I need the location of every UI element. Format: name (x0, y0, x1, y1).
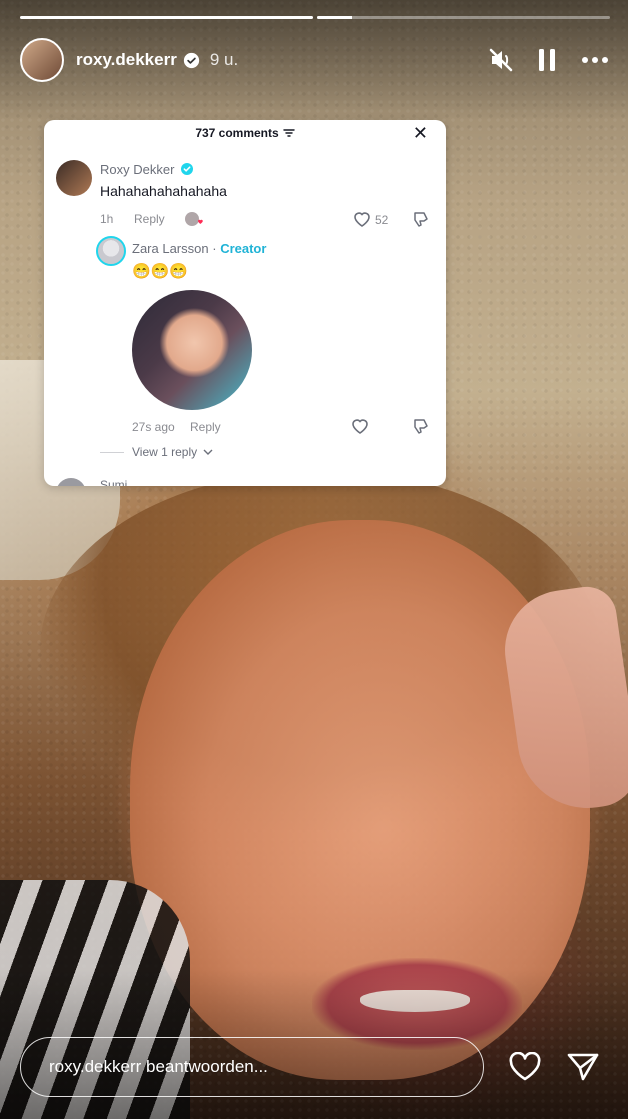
commenter-avatar[interactable] (56, 160, 92, 196)
dislike-icon[interactable] (412, 417, 430, 435)
send-icon[interactable] (566, 1052, 600, 1082)
reply-time: 27s ago (132, 420, 175, 434)
commenter-avatar[interactable] (56, 478, 86, 486)
separator: · (212, 241, 217, 256)
pause-icon[interactable] (536, 47, 558, 73)
creator-badge: Creator (220, 241, 267, 256)
post-time: 9 u. (209, 50, 239, 69)
story-header: roxy.dekkerr 9 u. (20, 36, 610, 84)
verified-badge-icon (183, 52, 199, 68)
comment-author[interactable]: Sumi (100, 478, 127, 486)
tiktok-comment-card[interactable]: 737 comments ✕ Roxy Dekker Hahahahahahah… (44, 120, 446, 486)
story-progress (20, 16, 610, 19)
reply-placeholder: roxy.dekkerr beantwoorden... (49, 1057, 268, 1076)
author-name: Zara Larsson (132, 241, 209, 256)
verified-badge-icon (181, 163, 194, 175)
reply-input[interactable]: roxy.dekkerr beantwoorden... (20, 1037, 484, 1097)
progress-segment (317, 16, 610, 19)
heart-icon[interactable] (508, 1052, 542, 1082)
dislike-icon[interactable] (412, 210, 430, 228)
chevron-down-icon (203, 449, 212, 455)
story-footer: roxy.dekkerr beantwoorden... (20, 1036, 610, 1098)
reply-emojis: 😁😁😁 (132, 263, 189, 280)
thread-line (100, 452, 124, 453)
reply-button[interactable]: Reply (134, 212, 165, 226)
like-count: 52 (375, 213, 389, 227)
heart-outline-icon[interactable] (350, 417, 370, 435)
commenter-avatar[interactable] (96, 236, 126, 266)
reply-button[interactable]: Reply (190, 420, 221, 434)
username[interactable]: roxy.dekkerr (76, 50, 177, 70)
footer-actions (508, 1052, 600, 1082)
creator-liked-icon (185, 212, 203, 226)
view-replies-label: View 1 reply (132, 445, 198, 459)
progress-fill (20, 16, 313, 19)
comments-count: 737 comments (195, 126, 279, 140)
speaker-muted-icon[interactable] (488, 47, 514, 73)
reply-sticker-image[interactable] (132, 290, 252, 410)
comment-author[interactable]: Roxy Dekker (100, 162, 194, 177)
more-horizontal-icon[interactable] (580, 47, 610, 73)
progress-segment (20, 16, 313, 19)
header-controls (488, 47, 610, 73)
view-replies-link[interactable]: View 1 reply (132, 445, 213, 459)
story-viewer[interactable]: roxy.dekkerr 9 u. 737 comments ✕ Roxy De… (0, 0, 628, 1119)
sort-icon[interactable] (282, 128, 295, 138)
reply-author[interactable]: Zara Larsson · Creator (132, 241, 266, 256)
avatar[interactable] (20, 38, 64, 82)
close-icon[interactable]: ✕ (413, 124, 428, 142)
comments-header: 737 comments ✕ (44, 120, 446, 146)
comment-text: Hahahahahahahaha (100, 183, 227, 199)
comment-time: 1h (100, 212, 114, 226)
author-name: Roxy Dekker (100, 162, 175, 177)
heart-outline-icon[interactable] (352, 210, 372, 228)
progress-fill (317, 16, 353, 19)
